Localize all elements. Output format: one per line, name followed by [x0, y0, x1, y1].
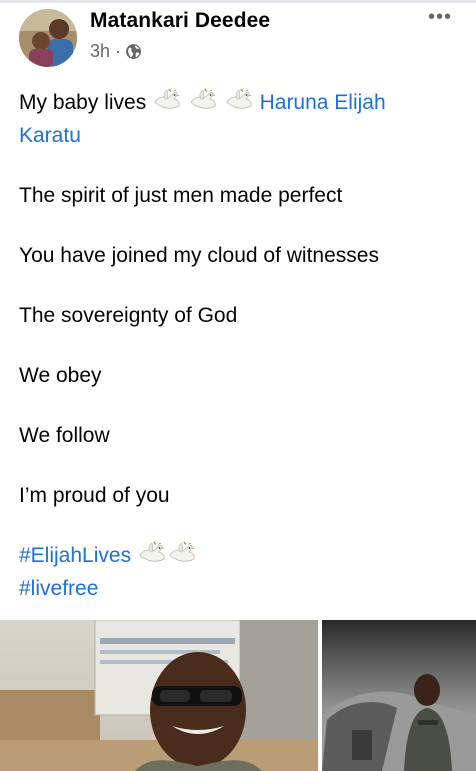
post-line: We obey	[19, 364, 102, 387]
hashtag-link[interactable]: #livefree	[19, 577, 98, 600]
photo-grid	[0, 620, 476, 771]
top-divider	[0, 0, 476, 3]
dove-emoji	[137, 541, 167, 574]
photo-man-sunglasses[interactable]	[0, 620, 318, 771]
photo-pilot-jet[interactable]	[322, 620, 476, 771]
more-dots-icon[interactable]: •••	[428, 7, 452, 27]
post-line: The sovereignty of God	[19, 304, 238, 327]
globe-icon[interactable]	[125, 43, 142, 60]
hashtag-line: #livefree	[19, 574, 459, 604]
post-meta: 3h ·	[90, 41, 142, 62]
hashtag-line: #ElijahLives	[19, 541, 459, 574]
post-time[interactable]: 3h	[90, 41, 110, 62]
meta-separator: ·	[115, 41, 122, 61]
post-line-first: My baby lives Haruna Elijah Karatu	[19, 88, 459, 151]
dove-emoji	[152, 88, 182, 121]
dove-emoji	[224, 88, 254, 121]
hashtag-link[interactable]: #ElijahLives	[19, 544, 131, 567]
post-line: We follow	[19, 424, 110, 447]
post-text: My baby lives Haruna Elijah Karatu The sp…	[19, 88, 459, 604]
post-line: The spirit of just men made perfect	[19, 184, 343, 207]
post-line: You have joined my cloud of witnesses	[19, 244, 379, 267]
post-line: I’m proud of you	[19, 484, 170, 507]
author-name[interactable]: Matankari Deedee	[90, 9, 270, 33]
dove-emoji	[167, 541, 197, 574]
post-header: Matankari Deedee 3h · •••	[0, 4, 476, 68]
dove-emoji	[188, 88, 218, 121]
avatar[interactable]	[19, 9, 77, 67]
